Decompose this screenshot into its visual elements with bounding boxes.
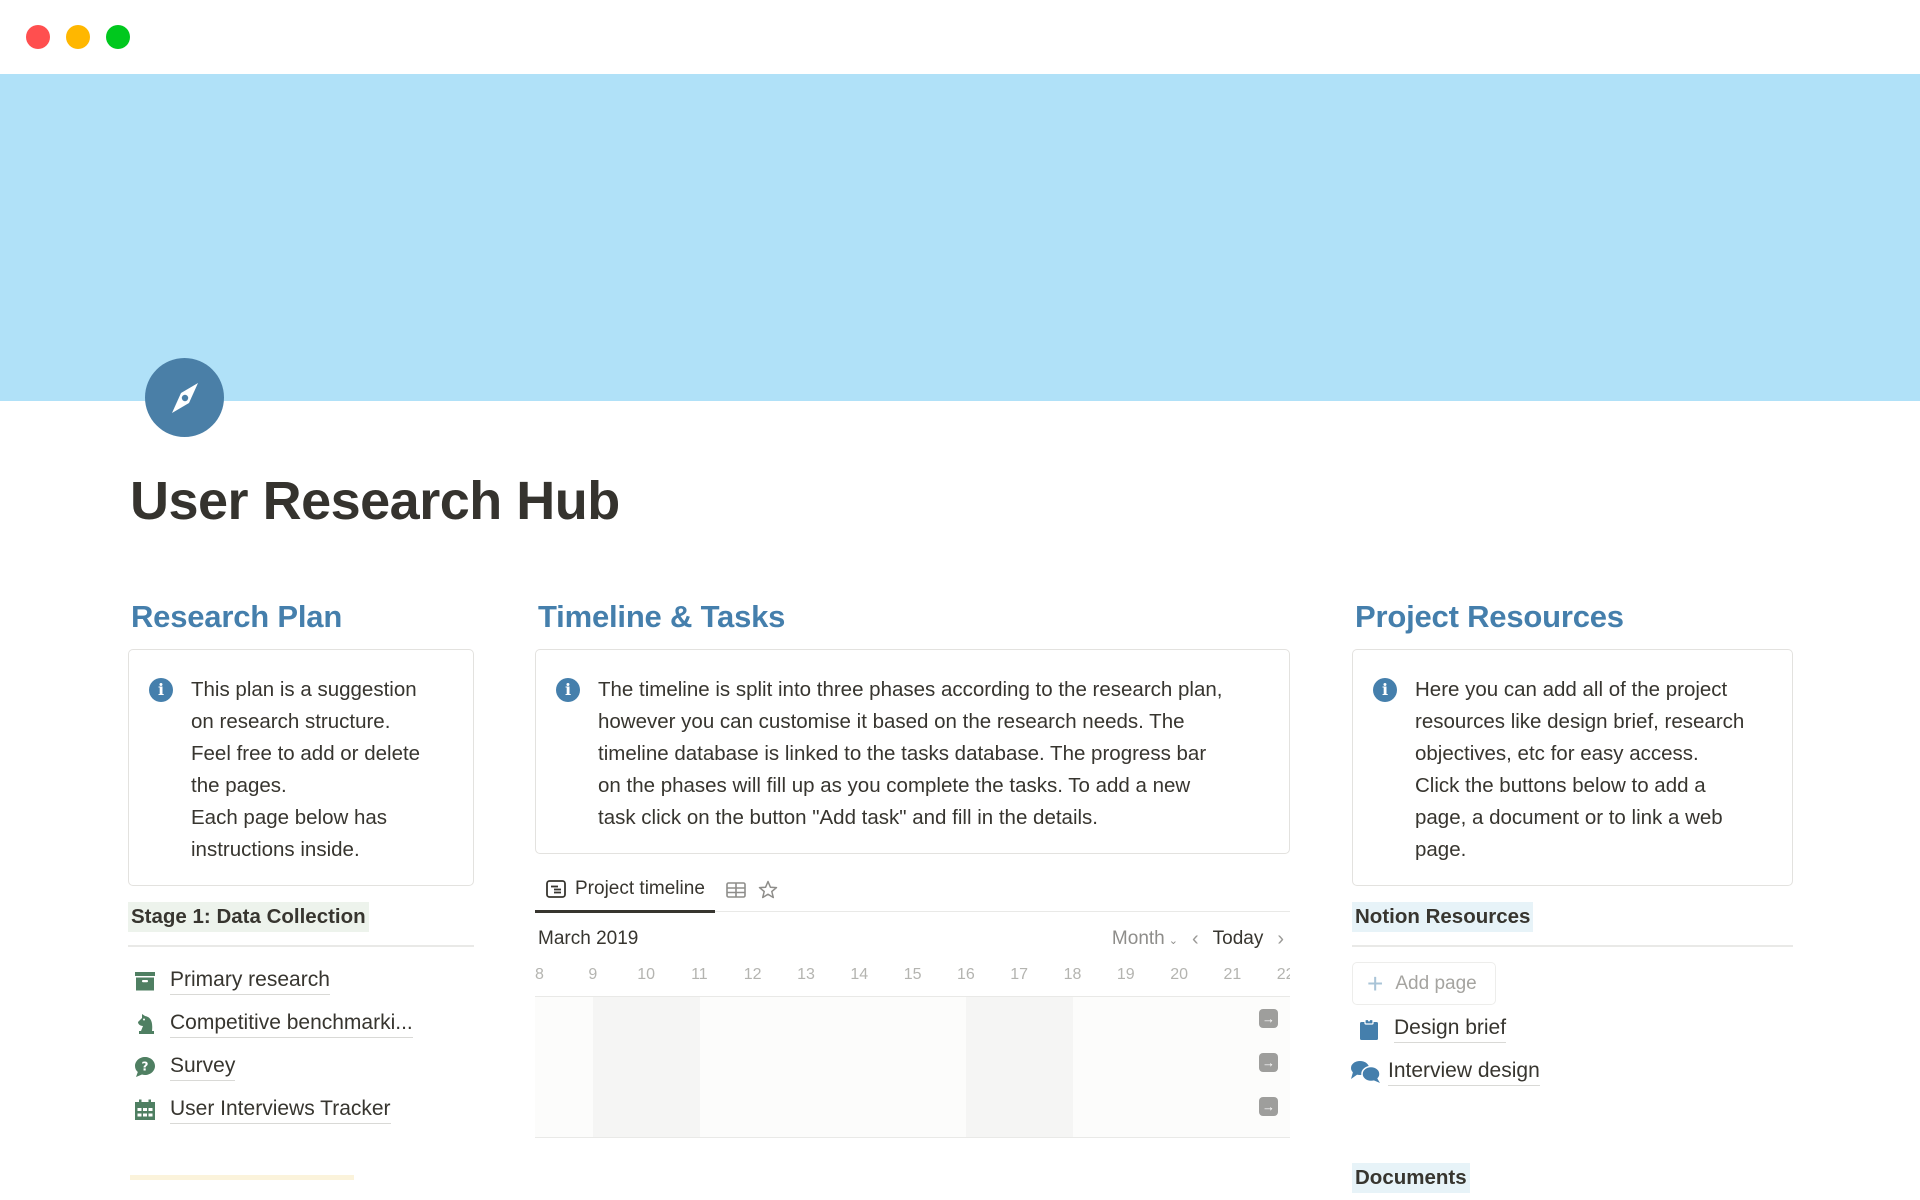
open-row-arrow-icon[interactable]: → xyxy=(1259,1097,1278,1116)
timeline-column: Timeline & Tasks i The timeline is split… xyxy=(535,596,1290,1138)
info-icon: i xyxy=(149,678,173,702)
page-link-primary-research[interactable]: Primary research xyxy=(128,959,474,1002)
calendar-icon xyxy=(132,1097,158,1123)
close-window-button[interactable] xyxy=(26,25,50,49)
window-titlebar xyxy=(0,0,1920,74)
star-icon[interactable] xyxy=(757,879,779,901)
timeline-weekend-column xyxy=(966,997,1073,1137)
divider xyxy=(128,945,474,947)
timeline-weekend-column xyxy=(592,997,700,1137)
timeline-day-label: 8 xyxy=(535,966,544,983)
timeline-day-label: 15 xyxy=(903,966,922,983)
timeline-day-label: 17 xyxy=(1010,966,1029,983)
timeline-grid[interactable]: → → → xyxy=(535,996,1290,1138)
page-link-competitive-benchmarking[interactable]: Competitive benchmarki... xyxy=(128,1002,474,1045)
project-resources-callout: i Here you can add all of the project re… xyxy=(1352,649,1793,886)
notion-resources-heading: Notion Resources xyxy=(1352,902,1534,932)
timeline-day-label: 11 xyxy=(691,966,708,983)
open-row-arrow-icon[interactable]: → xyxy=(1259,1053,1278,1072)
page-link-label: Competitive benchmarki... xyxy=(170,1009,413,1038)
timeline-callout: i The timeline is split into three phase… xyxy=(535,649,1290,854)
add-page-button[interactable]: + Add page xyxy=(1352,962,1496,1005)
timeline-day-label: 14 xyxy=(850,966,869,983)
research-plan-column: Research Plan i This plan is a suggestio… xyxy=(128,596,474,1131)
timeline-day-label: 18 xyxy=(1063,966,1082,983)
info-icon: i xyxy=(1373,678,1397,702)
timeline-day-label: 16 xyxy=(956,966,975,983)
page-link-interview-design[interactable]: Interview design xyxy=(1350,1050,1793,1093)
project-resources-column: Project Resources i Here you can add all… xyxy=(1350,596,1793,1193)
timeline-zoom-value: Month xyxy=(1111,928,1165,949)
chevron-right-icon[interactable]: › xyxy=(1263,928,1288,951)
stage-1-heading: Stage 1: Data Collection xyxy=(128,902,369,932)
research-plan-callout: i This plan is a suggestion on research … xyxy=(128,649,474,886)
table-view-icon[interactable] xyxy=(725,879,747,901)
tab-label: Project timeline xyxy=(575,878,705,899)
page-title: User Research Hub xyxy=(130,471,620,531)
callout-text: The timeline is split into three phases … xyxy=(598,678,1223,829)
today-button[interactable]: Today xyxy=(1213,928,1264,950)
timeline-month-label: March 2019 xyxy=(538,928,639,949)
clipboard-icon xyxy=(1356,1016,1382,1042)
svg-text:?: ? xyxy=(142,1059,149,1073)
timeline-day-label: 21 xyxy=(1223,966,1242,983)
page-link-label: Primary research xyxy=(170,966,330,995)
stage-1-page-list: Primary research Competitive benchmarki.… xyxy=(128,959,474,1131)
page-link-label: Interview design xyxy=(1388,1057,1540,1086)
chevron-left-icon[interactable]: ‹ xyxy=(1178,928,1213,951)
page-link-label: Survey xyxy=(170,1052,236,1081)
timeline-zoom-dropdown[interactable]: Month ⌄ xyxy=(1112,928,1178,950)
minimize-window-button[interactable] xyxy=(66,25,90,49)
timeline-day-label: 9 xyxy=(588,966,598,983)
info-icon: i xyxy=(556,678,580,702)
timeline-day-label: 19 xyxy=(1116,966,1135,983)
timeline-day-label: 22 xyxy=(1276,966,1290,983)
resource-page-list: Design brief Interview design xyxy=(1350,1007,1793,1093)
page-link-label: User Interviews Tracker xyxy=(170,1095,391,1124)
documents-heading: Documents xyxy=(1352,1163,1470,1193)
chevron-down-icon: ⌄ xyxy=(1168,934,1178,947)
research-plan-heading: Research Plan xyxy=(131,599,343,634)
page-link-user-interviews-tracker[interactable]: User Interviews Tracker xyxy=(128,1088,474,1131)
page-link-label: Design brief xyxy=(1394,1014,1507,1043)
compass-icon[interactable] xyxy=(145,358,224,437)
timeline-header: March 2019 Month ⌄ ‹ Today › xyxy=(535,918,1290,960)
speech-bubbles-icon xyxy=(1350,1059,1382,1085)
database-view-tabs: Project timeline xyxy=(535,868,1290,913)
project-resources-heading: Project Resources xyxy=(1355,599,1624,634)
timeline-day-label: 20 xyxy=(1170,966,1188,983)
timeline-day-label: 10 xyxy=(637,966,655,983)
page-link-survey[interactable]: ? Survey xyxy=(128,1045,474,1088)
plus-icon: + xyxy=(1367,967,1384,999)
timeline-day-axis: 8 9 10 11 12 13 14 15 16 17 18 19 20 21 22 xyxy=(535,960,1290,996)
stage-2-heading-partial xyxy=(130,1175,354,1180)
page-link-design-brief[interactable]: Design brief xyxy=(1352,1007,1793,1050)
chess-knight-icon xyxy=(132,1011,158,1037)
maximize-window-button[interactable] xyxy=(106,25,130,49)
tab-project-timeline[interactable]: Project timeline xyxy=(535,869,715,913)
page-cover-banner[interactable] xyxy=(0,74,1920,401)
divider xyxy=(1352,945,1793,947)
open-row-arrow-icon[interactable]: → xyxy=(1259,1009,1278,1028)
add-page-label: Add page xyxy=(1395,972,1477,994)
question-bubble-icon: ? xyxy=(132,1054,158,1080)
callout-text: Here you can add all of the project reso… xyxy=(1415,678,1745,861)
timeline-heading: Timeline & Tasks xyxy=(538,599,786,634)
callout-text: This plan is a suggestion on research st… xyxy=(191,678,421,861)
archive-box-icon xyxy=(132,968,158,994)
timeline-day-label: 12 xyxy=(743,966,762,983)
timeline-view-icon xyxy=(546,880,566,898)
timeline-day-label: 13 xyxy=(797,966,815,983)
